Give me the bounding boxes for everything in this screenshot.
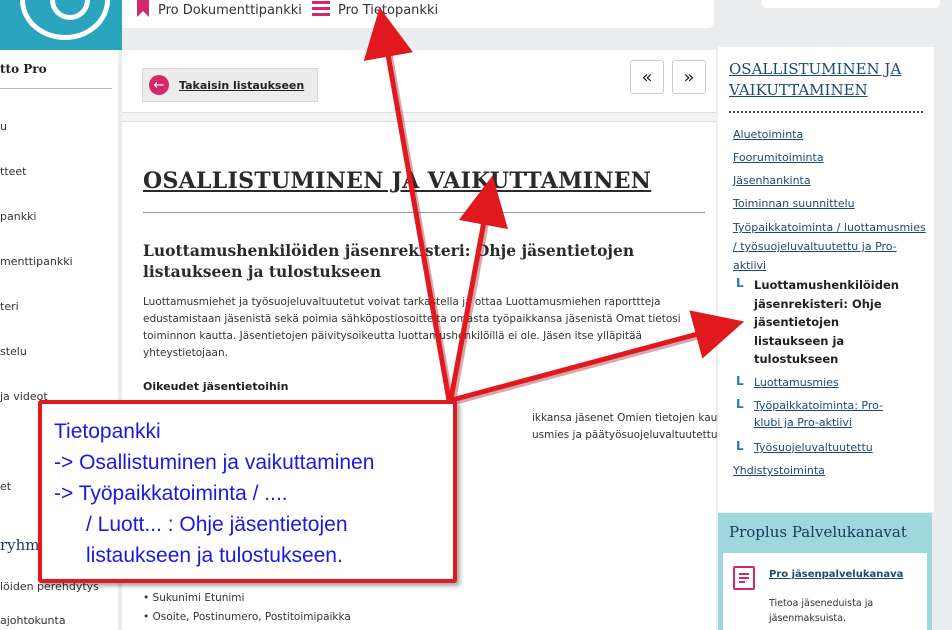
annotation-line: / Luott... : Ohje jäsentietojen [86,513,348,536]
annotation-line: -> Osallistuminen ja vaikuttaminen [54,451,375,474]
arrow-to-title [447,175,508,407]
arrow-to-active-item [451,310,745,405]
annotation-line: -> Työpaikkatoiminta / .... [54,482,288,505]
annotation-line: listaukseen ja tulostukseen. [86,544,343,567]
arrow-to-tietopankki [363,7,455,409]
annotation-callout: Tietopankki -> Osallistuminen ja vaikutt… [38,400,457,583]
annotation-line: Tietopankki [54,420,161,443]
